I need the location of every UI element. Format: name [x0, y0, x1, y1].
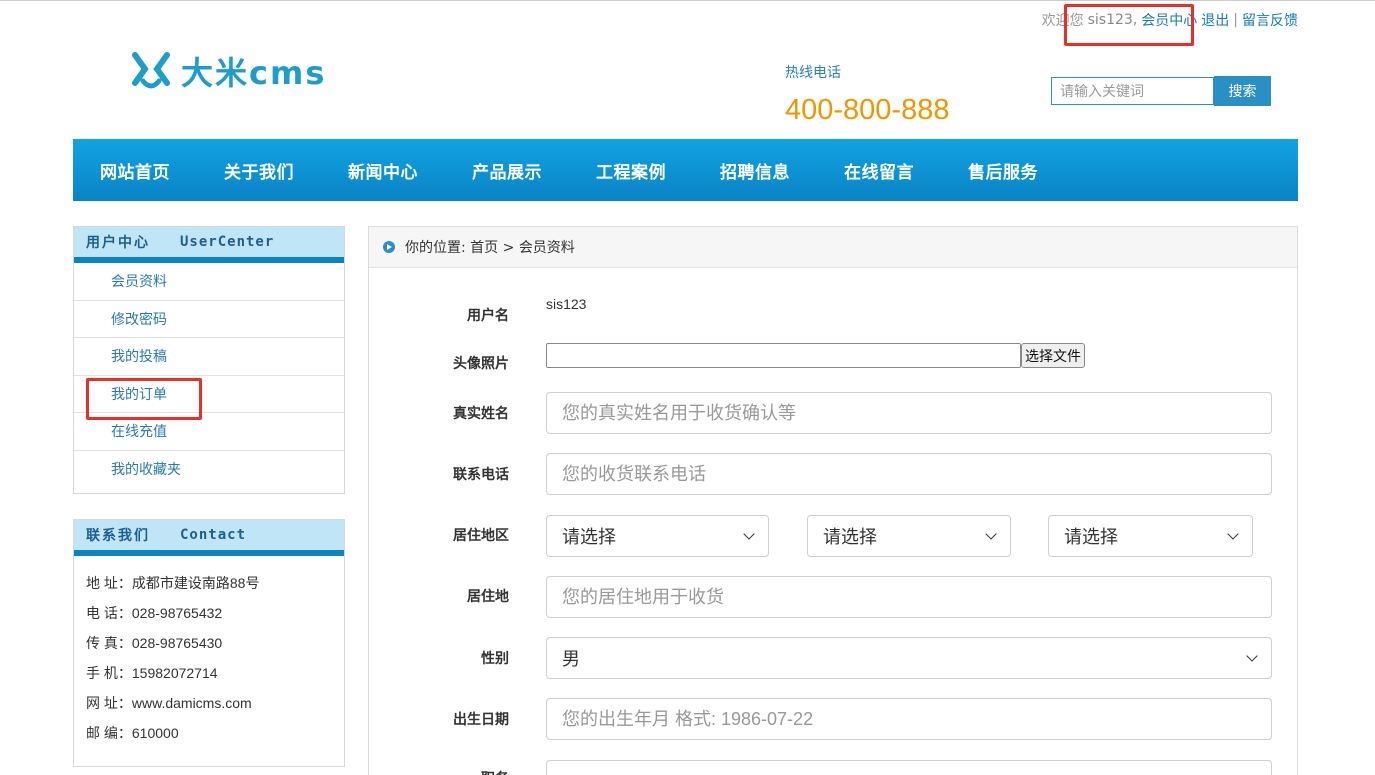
main-nav: 网站首页 关于我们 新闻中心 产品展示 工程案例 招聘信息 在线留言 售后服务: [73, 139, 1298, 201]
contact-header: 联系我们 Contact: [74, 520, 344, 556]
hotline-label: 热线电话: [785, 65, 841, 81]
logo-mark-icon: [132, 52, 170, 89]
contact-postcode: 邮 编：610000: [86, 725, 179, 741]
sidebar-item-recharge[interactable]: 在线充值: [74, 413, 344, 451]
chevron-down-icon: [1246, 650, 1258, 662]
user-center-header: 用户中心 UserCenter: [74, 227, 344, 263]
hotline-number: 400-800-888: [785, 94, 950, 126]
nav-item-home[interactable]: 网站首页: [100, 158, 170, 183]
region-label: 居住地区: [453, 528, 509, 544]
user-center-title: 用户中心: [86, 235, 150, 251]
member-center-link[interactable]: 会员中心: [1141, 10, 1197, 30]
welcome-bar: 欢迎您 sis123, 会员中心 退出 | 留言反馈: [1042, 10, 1298, 30]
site-logo[interactable]: 大米cms: [131, 48, 326, 94]
main-panel: 你的位置: 首页 > 会员资料 用户名 sis123 头像照片 选择文件 真实姓…: [368, 226, 1298, 775]
breadcrumb-current: 会员资料: [518, 240, 575, 256]
phone-label: 联系电话: [453, 467, 509, 483]
phone-input[interactable]: [546, 453, 1272, 495]
logout-link[interactable]: 退出: [1201, 10, 1229, 30]
gender-select[interactable]: 男: [546, 637, 1272, 679]
contact-phone: 电 话：028-98765432: [86, 605, 223, 621]
realname-input[interactable]: [546, 392, 1272, 434]
sidebar-item-label: 我的订单: [111, 386, 167, 403]
nav-item-cases[interactable]: 工程案例: [596, 158, 666, 183]
gender-label: 性别: [481, 651, 509, 667]
nav-item-service[interactable]: 售后服务: [968, 158, 1038, 183]
realname-label: 真实姓名: [453, 406, 509, 422]
arrow-circle-icon: [383, 241, 395, 253]
sidebar-item-orders[interactable]: 我的订单: [74, 376, 344, 413]
logo-text: 大米cms: [181, 54, 327, 92]
welcome-prefix: 欢迎您: [1041, 13, 1084, 29]
username-label: 用户名: [467, 308, 509, 324]
contact-title: 联系我们: [86, 528, 150, 544]
breadcrumb: 你的位置: 首页 > 会员资料: [369, 227, 1297, 268]
contact-address: 地 址：成都市建设南路88号: [86, 575, 260, 591]
search-button[interactable]: 搜索: [1214, 76, 1271, 106]
sidebar-item-profile[interactable]: 会员资料: [74, 263, 344, 301]
gender-select-value: 男: [562, 649, 580, 669]
avatar-file-field[interactable]: [546, 343, 1021, 368]
username: sis123,: [1087, 12, 1138, 28]
breadcrumb-home-link[interactable]: 首页: [470, 240, 498, 256]
address-label: 居住地: [467, 589, 509, 605]
nav-item-jobs[interactable]: 招聘信息: [720, 158, 790, 183]
birthday-input[interactable]: [546, 698, 1272, 740]
user-center-panel: 用户中心 UserCenter 会员资料 修改密码 我的投稿 我的订单 在线充值…: [73, 226, 345, 494]
breadcrumb-prefix: 你的位置:: [405, 240, 466, 256]
position-input[interactable]: [546, 760, 1272, 775]
user-center-title-en: UserCenter: [180, 234, 275, 250]
birthday-label: 出生日期: [453, 712, 509, 728]
sidebar-item-submissions[interactable]: 我的投稿: [74, 338, 344, 376]
choose-file-button[interactable]: 选择文件: [1021, 343, 1085, 368]
sidebar-item-label: 我的投稿: [111, 349, 167, 366]
sidebar-item-label: 我的收藏夹: [111, 462, 181, 479]
nav-item-about[interactable]: 关于我们: [224, 158, 294, 183]
chevron-down-icon: [985, 528, 997, 540]
nav-item-news[interactable]: 新闻中心: [348, 158, 418, 183]
address-input[interactable]: [546, 576, 1272, 618]
chevron-down-icon: [743, 528, 755, 540]
nav-item-message[interactable]: 在线留言: [844, 158, 914, 183]
top-border: [0, 0, 1375, 1]
city-select-value: 请选择: [823, 527, 877, 547]
sidebar-item-password[interactable]: 修改密码: [74, 301, 344, 338]
district-select-value: 请选择: [1064, 527, 1118, 547]
province-select[interactable]: 请选择: [546, 515, 769, 557]
contact-mobile: 手 机：15982072714: [86, 665, 218, 681]
avatar-label: 头像照片: [453, 356, 509, 372]
contact-panel: 联系我们 Contact 地 址：成都市建设南路88号 电 话：028-9876…: [73, 519, 345, 767]
search-input[interactable]: [1051, 77, 1214, 105]
district-select[interactable]: 请选择: [1048, 515, 1253, 557]
position-label: 职务: [369, 768, 509, 775]
breadcrumb-separator: >: [502, 240, 515, 256]
sidebar-item-label: 修改密码: [111, 311, 167, 328]
contact-website: 网 址：www.damicms.com: [86, 695, 252, 711]
city-select[interactable]: 请选择: [807, 515, 1011, 557]
province-select-value: 请选择: [562, 527, 616, 547]
sidebar-item-label: 在线充值: [111, 424, 167, 441]
sidebar-item-favorites[interactable]: 我的收藏夹: [74, 451, 344, 489]
nav-item-products[interactable]: 产品展示: [472, 158, 542, 183]
sidebar-item-label: 会员资料: [111, 274, 167, 291]
contact-fax: 传 真：028-98765430: [86, 635, 223, 651]
chevron-down-icon: [1227, 528, 1239, 540]
separator: |: [1233, 12, 1238, 28]
feedback-link[interactable]: 留言反馈: [1242, 10, 1298, 30]
contact-title-en: Contact: [180, 527, 247, 543]
username-value: sis123: [546, 296, 587, 312]
